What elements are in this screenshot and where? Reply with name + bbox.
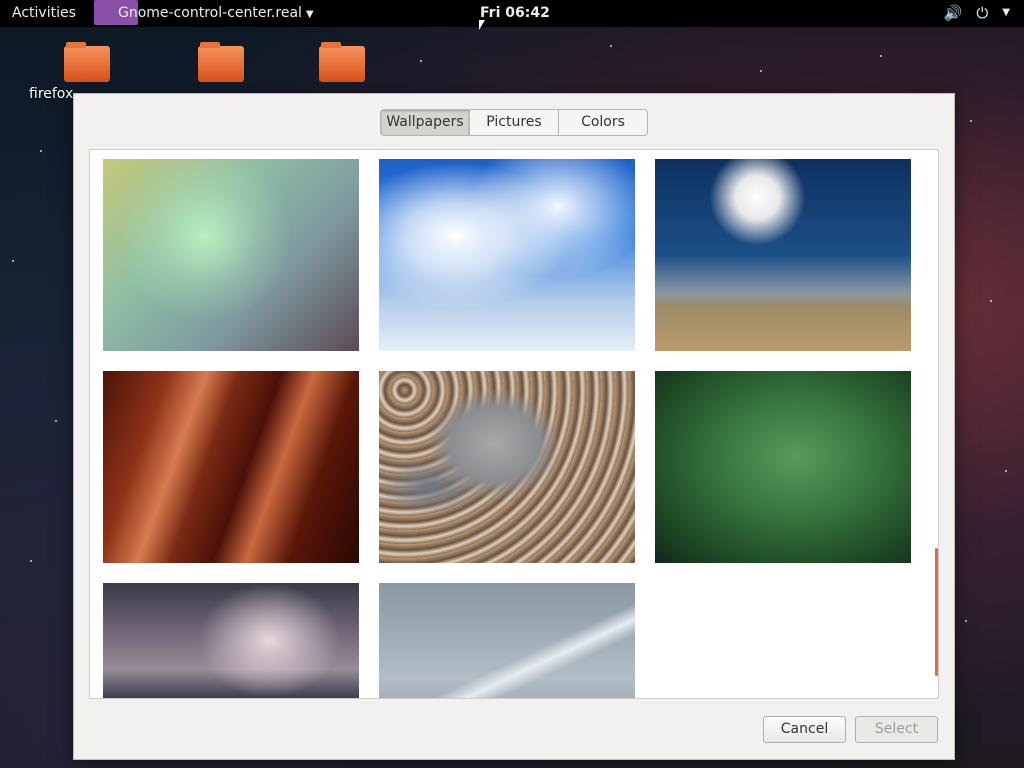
cancel-button[interactable]: Cancel bbox=[763, 716, 846, 743]
activities-button[interactable]: Activities bbox=[12, 5, 76, 21]
desktop-icon-label[interactable]: firefox bbox=[29, 86, 73, 102]
background-chooser-dialog: Wallpapers Pictures Colors Cancel Select bbox=[73, 93, 955, 760]
tab-wallpapers[interactable]: Wallpapers bbox=[381, 110, 470, 135]
folder-icon bbox=[64, 42, 110, 82]
mouse-pointer bbox=[479, 20, 485, 30]
tab-colors[interactable]: Colors bbox=[559, 110, 647, 135]
source-tabs: Wallpapers Pictures Colors bbox=[380, 109, 648, 136]
desktop-folder[interactable] bbox=[64, 42, 112, 82]
chevron-down-icon: ▼ bbox=[305, 9, 314, 20]
app-menu[interactable]: Gnome-control-center.real ▼ bbox=[118, 5, 314, 21]
wallpaper-thumbnail[interactable] bbox=[655, 159, 911, 351]
wallpaper-thumbnail[interactable] bbox=[103, 371, 359, 563]
scrollbar[interactable] bbox=[935, 548, 938, 676]
wallpaper-thumbnail[interactable] bbox=[103, 159, 359, 351]
wallpaper-thumbnail[interactable] bbox=[379, 159, 635, 351]
folder-icon bbox=[198, 42, 244, 82]
folder-icon bbox=[319, 42, 365, 82]
chevron-down-icon[interactable]: ▼ bbox=[1002, 7, 1010, 22]
power-icon[interactable]: ⏻ bbox=[976, 4, 988, 22]
desktop-folder[interactable] bbox=[319, 42, 367, 82]
volume-icon[interactable]: 🔊 bbox=[944, 4, 963, 22]
system-tray[interactable]: 🔊 ⏻ ▼ bbox=[944, 4, 1010, 22]
wallpaper-thumbnail[interactable] bbox=[103, 583, 359, 698]
wallpaper-thumbnail[interactable] bbox=[655, 371, 911, 563]
app-menu-label: Gnome-control-center.real bbox=[118, 5, 302, 21]
wallpaper-thumbnail[interactable] bbox=[379, 371, 635, 563]
clock[interactable]: Fri 06:42 bbox=[480, 5, 550, 21]
tab-pictures[interactable]: Pictures bbox=[470, 110, 559, 135]
wallpaper-grid[interactable] bbox=[89, 149, 939, 699]
select-button[interactable]: Select bbox=[855, 716, 938, 743]
desktop-folder[interactable] bbox=[198, 42, 246, 82]
wallpaper-thumbnail[interactable] bbox=[379, 583, 635, 698]
top-bar: Activities Gnome-control-center.real ▼ Fr… bbox=[0, 0, 1024, 27]
